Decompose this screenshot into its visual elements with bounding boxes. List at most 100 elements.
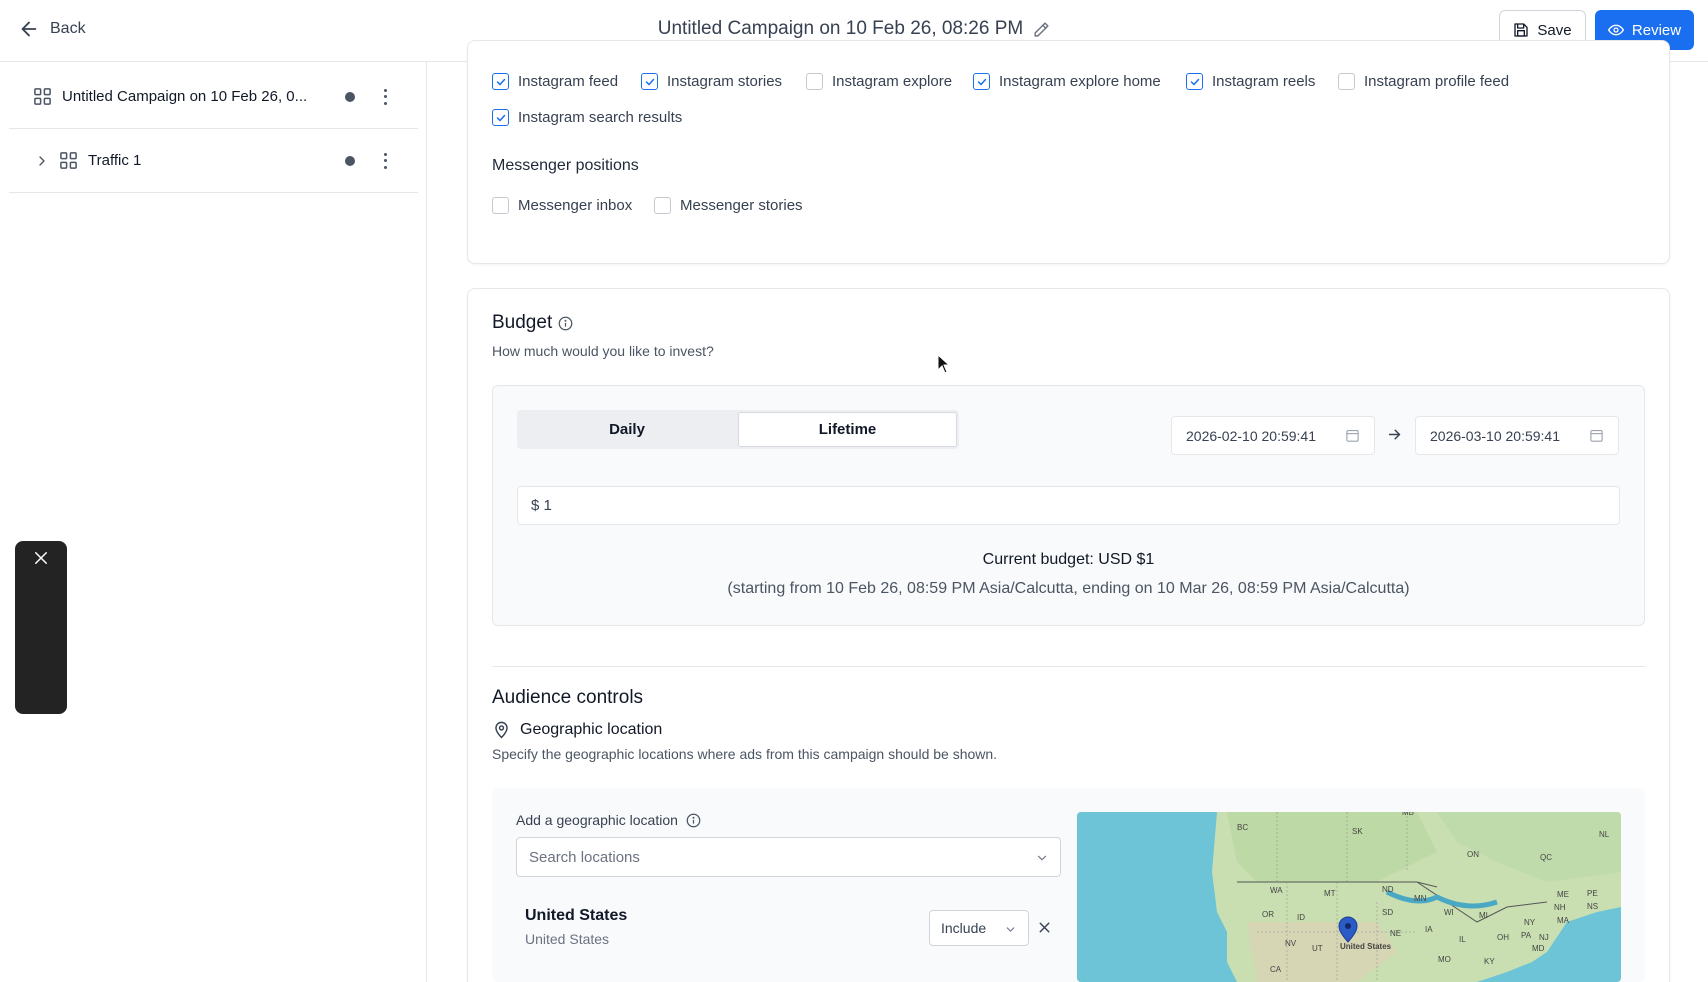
floating-panel [15, 541, 67, 714]
map-label: SD [1382, 908, 1393, 917]
map-pin-icon [495, 721, 508, 739]
map-label: NY [1524, 918, 1536, 927]
info-icon[interactable] [558, 316, 573, 331]
checkbox-unchecked-icon[interactable] [1338, 73, 1355, 90]
instagram-placement-label: Instagram stories [667, 73, 783, 90]
remove-location-icon[interactable] [1036, 919, 1053, 936]
info-icon[interactable] [686, 813, 701, 828]
checkbox-unchecked-icon[interactable] [806, 73, 823, 90]
budget-heading: Budget [492, 312, 573, 334]
map-label: MB [1402, 812, 1414, 817]
budget-amount-input[interactable]: $ 1 [517, 486, 1620, 525]
location-map[interactable]: BC SK MB NL QC ON WA MT ND MN ME PE NS OR ID SD WI MI NH NY… [1077, 812, 1621, 982]
checkbox-unchecked-icon[interactable] [654, 197, 671, 214]
map-label: IA [1425, 925, 1433, 934]
map-label: ME [1557, 890, 1569, 899]
map-label: MD [1532, 944, 1545, 953]
map-label: MN [1414, 894, 1427, 903]
budget-type-toggle: Daily Lifetime [517, 410, 959, 449]
map-canvas: BC SK MB NL QC ON WA MT ND MN ME PE NS OR ID SD WI MI NH NY… [1077, 812, 1621, 982]
end-date-input[interactable]: 2026-03-10 20:59:41 [1415, 416, 1619, 455]
floppy-disk-icon [1514, 23, 1529, 37]
tab-lifetime[interactable]: Lifetime [738, 412, 957, 447]
instagram-placement-checkbox[interactable]: Instagram explore [806, 73, 952, 90]
map-label: ON [1467, 850, 1479, 859]
location-name: United States [525, 907, 628, 924]
map-label: OH [1497, 933, 1509, 942]
more-options-icon[interactable] [383, 152, 387, 169]
instagram-placement-checkbox[interactable]: Instagram explore home [973, 73, 1161, 90]
sidebar-item-label: Untitled Campaign on 10 Feb 26, 0... [62, 88, 308, 105]
save-label: Save [1537, 21, 1572, 39]
instagram-placement-checkbox[interactable]: Instagram reels [1186, 73, 1315, 90]
budget-period-note: (starting from 10 Feb 26, 08:59 PM Asia/… [727, 580, 1410, 597]
instagram-placement-checkbox[interactable]: Instagram stories [641, 73, 782, 90]
checkbox-checked-icon[interactable] [492, 73, 509, 90]
sidebar-item-adset[interactable]: Traffic 1 [9, 129, 418, 193]
chevron-down-icon [1037, 855, 1047, 861]
instagram-placement-checkbox[interactable]: Instagram search results [492, 109, 682, 126]
chevron-right-icon[interactable] [34, 153, 50, 169]
search-locations-input[interactable]: Search locations [516, 837, 1061, 877]
start-date-input[interactable]: 2026-02-10 20:59:41 [1171, 416, 1375, 455]
grid-icon [34, 88, 51, 105]
eye-icon [1607, 24, 1624, 36]
close-icon[interactable] [32, 549, 50, 567]
checkbox-checked-icon[interactable] [973, 73, 990, 90]
instagram-placement-checkbox[interactable]: Instagram feed [492, 73, 618, 90]
back-button[interactable]: Back [18, 18, 86, 40]
status-dot [345, 155, 355, 166]
checkbox-checked-icon[interactable] [492, 109, 509, 126]
checkbox-unchecked-icon[interactable] [492, 197, 509, 214]
sidebar-item-campaign[interactable]: Untitled Campaign on 10 Feb 26, 0... [9, 65, 418, 129]
add-location-label: Add a geographic location [516, 812, 701, 828]
sidebar-item-label: Traffic 1 [88, 152, 142, 169]
divider [492, 666, 1645, 667]
arrow-right-icon [1388, 429, 1401, 440]
calendar-icon [1346, 429, 1359, 442]
map-label: NE [1390, 929, 1401, 938]
messenger-placement-checkbox[interactable]: Messenger inbox [492, 197, 632, 214]
add-location-text: Add a geographic location [516, 812, 678, 828]
back-label: Back [50, 20, 86, 37]
map-label: QC [1540, 853, 1552, 862]
map-label: NJ [1539, 933, 1549, 942]
map-label: SK [1352, 827, 1363, 836]
budget-title: Budget [492, 312, 553, 333]
campaign-title: Untitled Campaign on 10 Feb 26, 08:26 PM [657, 18, 1024, 39]
search-placeholder: Search locations [529, 848, 640, 866]
arrow-left-icon [21, 21, 37, 37]
messenger-placement-checkbox[interactable]: Messenger stories [654, 197, 803, 214]
geo-location-heading: Geographic location [492, 720, 662, 739]
audience-controls-title: Audience controls [492, 687, 644, 708]
more-options-icon[interactable] [383, 88, 387, 105]
messenger-placement-label: Messenger stories [680, 197, 803, 214]
map-label: United States [1340, 942, 1392, 951]
include-select[interactable]: Include [929, 910, 1029, 946]
budget-amount-value: $ 1 [531, 497, 552, 514]
map-label: NH [1554, 903, 1566, 912]
map-label: IL [1459, 935, 1466, 944]
map-label: PE [1587, 889, 1598, 898]
tab-daily[interactable]: Daily [517, 410, 737, 449]
map-label: NL [1599, 830, 1610, 839]
map-label: WA [1270, 886, 1283, 895]
instagram-placement-label: Instagram explore [832, 73, 953, 90]
current-budget: Current budget: USD $1 [982, 551, 1155, 568]
instagram-placement-label: Instagram feed [518, 73, 619, 90]
sidebar: Untitled Campaign on 10 Feb 26, 0... Tra… [0, 62, 427, 982]
messenger-positions-title: Messenger positions [492, 157, 639, 174]
checkbox-checked-icon[interactable] [641, 73, 658, 90]
map-label: UT [1312, 944, 1323, 953]
map-label: MA [1557, 916, 1570, 925]
geo-location-description: Specify the geographic locations where a… [492, 746, 998, 762]
include-value: Include [941, 920, 987, 936]
instagram-placement-checkbox[interactable]: Instagram profile feed [1338, 73, 1509, 90]
chevron-down-icon [1006, 927, 1015, 932]
map-label: PA [1521, 931, 1532, 940]
instagram-placement-label: Instagram profile feed [1364, 73, 1510, 90]
map-label: CA [1270, 965, 1282, 974]
pencil-icon[interactable] [1033, 21, 1050, 38]
budget-subtitle: How much would you like to invest? [492, 343, 714, 359]
checkbox-checked-icon[interactable] [1186, 73, 1203, 90]
